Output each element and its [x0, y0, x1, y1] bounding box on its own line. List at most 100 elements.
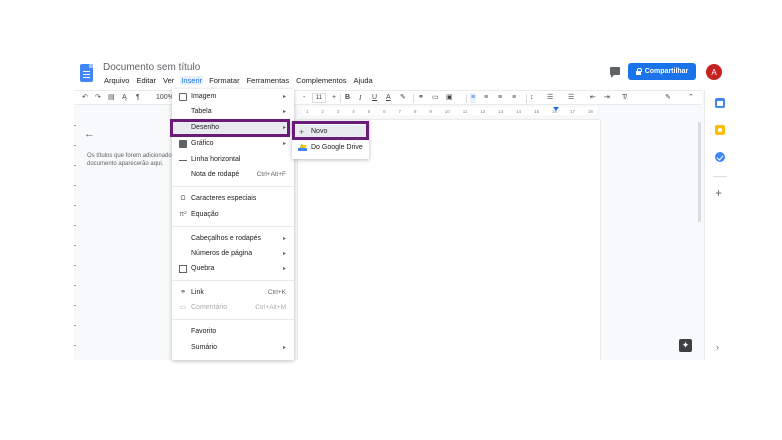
calendar-icon[interactable]: [715, 98, 725, 108]
undo-icon[interactable]: ↶: [82, 93, 88, 103]
print-icon[interactable]: ▤: [108, 93, 115, 103]
ruler-label: 15: [534, 108, 540, 114]
document-title[interactable]: Documento sem título: [103, 62, 200, 73]
explore-button[interactable]: ✦: [679, 339, 692, 352]
submenu-item-do-google-drive[interactable]: Do Google Drive: [292, 141, 369, 155]
vertical-ruler-tick: [74, 325, 76, 326]
line-spacing-icon[interactable]: ↕: [530, 93, 534, 103]
ruler-label: 5: [367, 108, 371, 114]
spellcheck-icon[interactable]: Ą: [122, 93, 127, 103]
vertical-ruler-tick: [74, 225, 76, 226]
link-icon: ⚭: [180, 289, 186, 296]
lock-icon: [635, 67, 642, 75]
font-size-increase[interactable]: +: [332, 93, 336, 103]
submenu-arrow-icon: ▸: [282, 109, 286, 115]
menu-item-tabela[interactable]: Tabela ▸: [172, 105, 294, 119]
outline-back-arrow-icon[interactable]: ←: [84, 128, 95, 140]
ruler-label: 18: [587, 108, 593, 114]
horizontal-ruler[interactable]: 1 2 3 4 5 6 7 8 9 10 11 12 13 14 15 16 17 18: [302, 107, 597, 115]
get-addons-button[interactable]: +: [715, 187, 722, 199]
horizontal-line-icon: [179, 160, 187, 161]
increase-indent-icon[interactable]: ⇥: [604, 93, 610, 103]
vertical-ruler-tick: [74, 305, 76, 306]
insert-link-icon[interactable]: ⚭: [418, 93, 424, 103]
menu-arquivo[interactable]: Arquivo: [103, 76, 130, 85]
menu-item-imagem[interactable]: Imagem ▸: [172, 90, 294, 104]
font-size-decrease[interactable]: -: [303, 93, 305, 103]
numbered-list-icon[interactable]: ☰: [547, 93, 553, 103]
align-center-icon[interactable]: ≡: [484, 93, 488, 103]
share-button-label: Compartilhar: [644, 68, 689, 75]
image-icon: [179, 93, 187, 101]
menu-item-comentario: ▭ Comentário Ctrl+Alt+M: [179, 304, 286, 311]
font-size-input[interactable]: 11: [312, 93, 326, 103]
editing-mode-icon[interactable]: ✎: [665, 93, 671, 103]
menu-ajuda[interactable]: Ajuda: [353, 76, 374, 85]
outline-placeholder-line1: Os títulos que forem adicionados ao: [87, 153, 173, 159]
insert-comment-icon[interactable]: ▭: [432, 93, 439, 103]
scrollbar[interactable]: [698, 122, 701, 222]
vertical-ruler-tick: [74, 145, 76, 146]
text-color-button[interactable]: A: [386, 93, 391, 103]
menu-item-link[interactable]: ⚭ Link Ctrl+K: [172, 286, 294, 300]
ruler-label: 4: [352, 108, 355, 114]
keep-icon[interactable]: [715, 125, 725, 135]
menu-item-numeros-de-pagina[interactable]: Números de página ▸: [172, 247, 294, 261]
share-button[interactable]: Compartilhar: [628, 63, 696, 80]
italic-button[interactable]: I: [359, 93, 361, 103]
docs-logo-icon[interactable]: [80, 64, 93, 82]
insert-image-icon[interactable]: ▣: [446, 93, 453, 103]
vertical-ruler-tick: [74, 125, 76, 126]
indent-marker[interactable]: [553, 107, 559, 111]
menu-item-nota-de-rodape[interactable]: Nota de rodapé Ctrl+Alt+F: [172, 168, 294, 182]
outline-placeholder-line2: documento aparecerão aqui.: [87, 161, 164, 167]
comment-history-icon[interactable]: [610, 67, 620, 78]
omega-icon: Ω: [180, 195, 186, 202]
expand-panel-icon[interactable]: ›: [716, 342, 719, 352]
vertical-ruler-tick: [74, 345, 76, 346]
menu-item-grafico[interactable]: Gráfico ▸: [172, 137, 294, 151]
align-right-icon[interactable]: ≡: [498, 93, 502, 103]
vertical-ruler-tick: [74, 185, 76, 186]
menu-item-favorito[interactable]: Favorito: [172, 325, 294, 339]
submenu-arrow-icon: ▸: [282, 141, 286, 147]
menu-ferramentas[interactable]: Ferramentas: [246, 76, 291, 85]
collapse-toolbar-icon[interactable]: ⌃: [688, 93, 694, 103]
google-drive-icon: [297, 144, 307, 151]
ruler-label: 17: [569, 108, 575, 114]
submenu-arrow-icon: ▸: [282, 251, 286, 257]
tasks-icon[interactable]: [715, 152, 725, 162]
decrease-indent-icon[interactable]: ⇤: [590, 93, 596, 103]
align-justify-icon[interactable]: ≡: [512, 93, 516, 103]
clear-formatting-icon[interactable]: T̸: [622, 93, 626, 103]
shortcut-label: Ctrl+K: [267, 289, 286, 296]
menu-formatar[interactable]: Formatar: [208, 76, 240, 85]
menu-item-caracteres-especiais[interactable]: Ω Caracteres especiais: [172, 192, 294, 206]
bold-button[interactable]: B: [345, 93, 350, 103]
menu-item-sumario[interactable]: Sumário ▸: [172, 341, 294, 355]
highlight-color-icon[interactable]: ✎: [400, 93, 406, 103]
ruler-label: 12: [480, 108, 486, 114]
avatar[interactable]: A: [706, 64, 722, 80]
vertical-ruler-tick: [74, 165, 76, 166]
menu-item-linha-horizontal[interactable]: Linha horizontal: [172, 153, 294, 167]
menu-editar[interactable]: Editar: [135, 76, 157, 85]
menu-inserir[interactable]: Inserir: [180, 76, 204, 85]
paint-format-icon[interactable]: ¶: [136, 93, 140, 103]
menu-item-quebra[interactable]: Quebra ▸: [172, 262, 294, 276]
ruler-label: 10: [444, 108, 450, 114]
menu-item-cabecalhos-e-rodapes[interactable]: Cabeçalhos e rodapés ▸: [172, 232, 294, 246]
underline-button[interactable]: U: [372, 93, 377, 103]
vertical-ruler-tick: [74, 285, 76, 286]
ruler-label: 6: [383, 108, 386, 114]
align-left-icon[interactable]: ≡: [470, 93, 477, 103]
outline-placeholder: Os títulos que forem adicionados ao docu…: [87, 152, 173, 168]
side-panel: + ›: [704, 90, 734, 360]
vertical-ruler-tick: [74, 205, 76, 206]
menu-item-equacao[interactable]: π² Equação: [172, 208, 294, 222]
vertical-ruler-tick: [74, 265, 76, 266]
menu-ver[interactable]: Ver: [162, 76, 175, 85]
redo-icon[interactable]: ↷: [95, 93, 101, 103]
bulleted-list-icon[interactable]: ☰: [568, 93, 574, 103]
menu-complementos[interactable]: Complementos: [295, 76, 347, 85]
